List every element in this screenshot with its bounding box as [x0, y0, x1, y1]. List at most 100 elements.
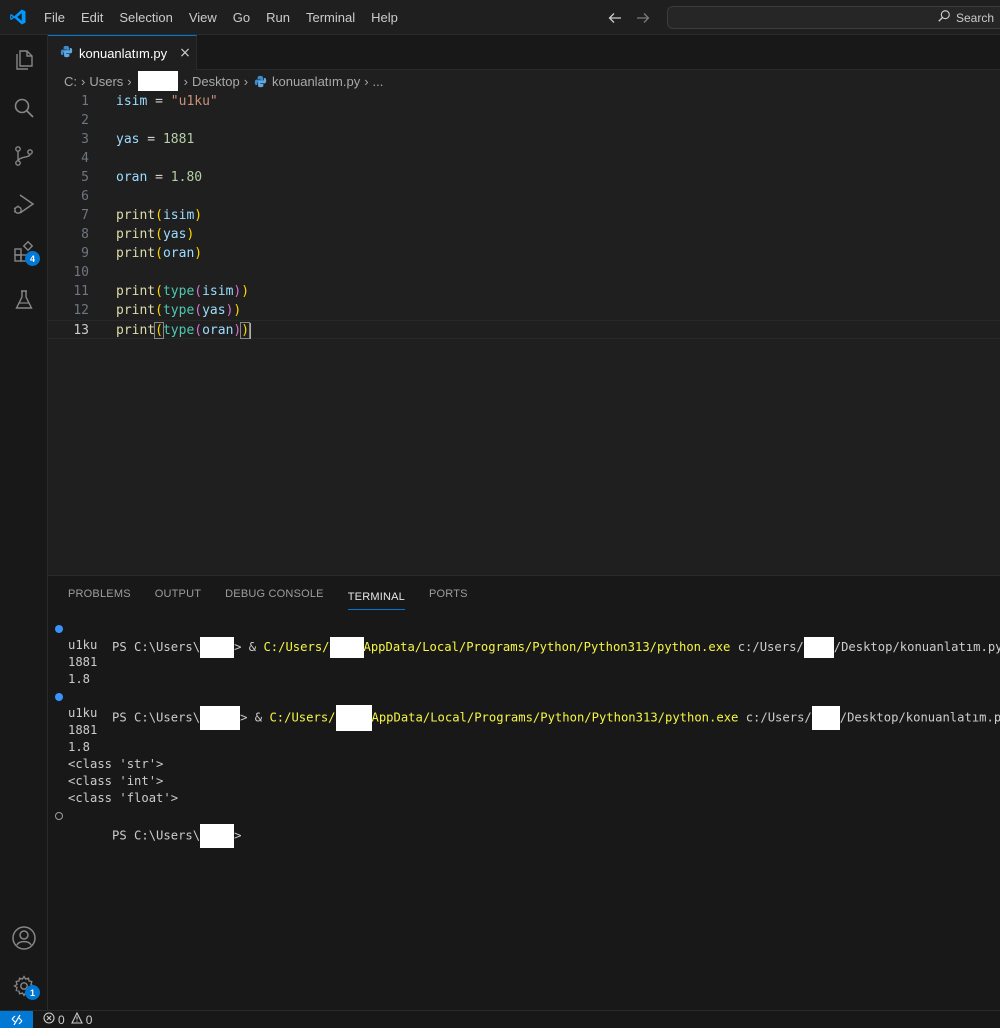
breadcrumb-drive[interactable]: C:	[64, 74, 77, 89]
code-line: 4	[48, 149, 1000, 168]
terminal-output-line: u1ku	[68, 706, 98, 720]
code-text: isim = "u1ku"	[116, 94, 218, 109]
chevron-right-icon: ›	[81, 73, 86, 89]
chevron-right-icon: ›	[183, 73, 188, 89]
menu-selection[interactable]: Selection	[111, 0, 180, 35]
error-icon	[43, 1012, 55, 1027]
code-line: 1 isim = "u1ku"	[48, 92, 1000, 111]
close-icon[interactable]: ×	[179, 45, 191, 61]
code-line: 5 oran = 1.80	[48, 168, 1000, 187]
line-number: 2	[81, 113, 89, 128]
line-number: 3	[81, 132, 89, 147]
code-line: 12 print(type(yas))	[48, 301, 1000, 320]
command-decoration-icon	[55, 625, 63, 633]
menu-terminal[interactable]: Terminal	[298, 0, 363, 35]
search-view-icon[interactable]	[0, 84, 48, 132]
menu-bar: File Edit Selection View Go Run Terminal…	[36, 0, 406, 35]
line-number: 12	[73, 303, 89, 318]
tab-problems[interactable]: PROBLEMS	[68, 576, 131, 612]
breadcrumb-users[interactable]: Users	[89, 74, 123, 89]
terminal-output[interactable]: PS C:\Users\ > & C:/Users/AppData/Local/P…	[48, 620, 1000, 848]
menu-go[interactable]: Go	[225, 0, 258, 35]
code-line: 9 print(oran)	[48, 244, 1000, 263]
code-line: 2	[48, 111, 1000, 130]
title-bar: File Edit Selection View Go Run Terminal…	[0, 0, 1000, 35]
line-number: 1	[81, 94, 89, 109]
source-control-icon[interactable]	[0, 132, 48, 180]
bottom-panel: PROBLEMS OUTPUT DEBUG CONSOLE TERMINAL P…	[48, 575, 1000, 1010]
chevron-right-icon: ›	[127, 73, 132, 89]
search-label: Search	[955, 10, 994, 25]
breadcrumb-file[interactable]: konuanlatım.py	[272, 74, 360, 89]
code-line: 8 print(yas)	[48, 225, 1000, 244]
line-number: 10	[73, 265, 89, 280]
extensions-icon[interactable]: 4	[0, 228, 48, 276]
command-center-search[interactable]: Search	[667, 6, 1000, 29]
breadcrumb-more[interactable]: ...	[373, 74, 384, 89]
line-number: 11	[73, 284, 89, 299]
run-and-debug-icon[interactable]	[0, 180, 48, 228]
line-number: 13	[73, 323, 89, 338]
code-text: print(type(oran))	[116, 322, 252, 339]
navigation-arrows	[605, 0, 653, 35]
code-line: 11 print(type(isim))	[48, 282, 1000, 301]
tab-debug-console[interactable]: DEBUG CONSOLE	[225, 576, 324, 612]
code-line-current: 13 print(type(oran))	[48, 320, 1000, 339]
testing-flask-icon[interactable]	[0, 276, 48, 324]
text-cursor	[249, 322, 252, 339]
status-bar: 0 0	[0, 1010, 1000, 1028]
tab-output[interactable]: OUTPUT	[155, 576, 201, 612]
terminal-command-line: PS C:\Users\ > & C:/Users/AppData/Local/P…	[48, 620, 1000, 658]
terminal-output-line: 1.8	[68, 672, 91, 686]
menu-view[interactable]: View	[181, 0, 225, 35]
chevron-right-icon: ›	[364, 73, 369, 89]
forward-arrow-icon[interactable]	[633, 8, 653, 28]
tab-terminal[interactable]: TERMINAL	[347, 584, 405, 610]
menu-edit[interactable]: Edit	[73, 0, 111, 35]
activity-bar: 4 1	[0, 35, 48, 1010]
editor-tab-bar: konuanlatım.py ×	[48, 35, 1000, 70]
breadcrumb-desktop[interactable]: Desktop	[192, 74, 240, 89]
settings-gear-icon[interactable]: 1	[0, 962, 48, 1010]
line-number: 7	[81, 208, 89, 223]
terminal-output-line: <class 'int'>	[68, 774, 164, 788]
back-arrow-icon[interactable]	[605, 8, 625, 28]
redacted-username-block	[200, 824, 235, 848]
code-line: 7 print(isim)	[48, 206, 1000, 225]
explorer-icon[interactable]	[0, 36, 48, 84]
code-line: 10	[48, 263, 1000, 282]
panel-tabs: PROBLEMS OUTPUT DEBUG CONSOLE TERMINAL P…	[68, 576, 468, 612]
terminal-output-line: 1.8	[68, 740, 91, 754]
code-text: print(yas)	[116, 227, 195, 242]
extensions-badge: 4	[25, 251, 40, 266]
terminal-output-line: u1ku	[68, 638, 98, 652]
command-decoration-icon	[55, 693, 63, 701]
code-editor[interactable]: 1 isim = "u1ku" 2 3 yas = 1881 4 5 oran …	[48, 92, 1000, 575]
terminal-output-line: <class 'str'>	[68, 757, 164, 771]
tab-label: konuanlatım.py	[79, 45, 168, 61]
redacted-username-block	[137, 71, 178, 91]
error-count: 0	[58, 1012, 65, 1027]
terminal-output-line: <class 'float'>	[68, 791, 179, 805]
line-number: 6	[81, 189, 89, 204]
accounts-icon[interactable]	[0, 914, 48, 962]
remote-indicator-icon[interactable]	[0, 1010, 33, 1028]
code-text: print(type(isim))	[116, 284, 250, 299]
line-number: 9	[81, 246, 89, 261]
code-text: print(oran)	[116, 246, 203, 261]
python-file-icon	[254, 75, 267, 88]
code-text: yas = 1881	[116, 132, 195, 147]
line-number: 4	[81, 151, 89, 166]
terminal-output-line: 1881	[68, 655, 98, 669]
menu-file[interactable]: File	[36, 0, 73, 35]
problems-status[interactable]: 0 0	[43, 1011, 92, 1027]
terminal-command-line: PS C:\Users\ > & C:/Users/AppData/Local/P…	[48, 688, 1000, 731]
vscode-logo-icon	[0, 0, 36, 35]
menu-run[interactable]: Run	[258, 0, 298, 35]
tab-ports[interactable]: PORTS	[429, 576, 468, 612]
breadcrumb: C: › Users › › Desktop › konuanlatım.py …	[48, 70, 1000, 92]
terminal-prompt-line: PS C:\Users\ >	[48, 807, 1000, 848]
menu-help[interactable]: Help	[363, 0, 406, 35]
search-icon	[937, 9, 951, 27]
tab-konuanlatim-py[interactable]: konuanlatım.py ×	[48, 35, 197, 70]
